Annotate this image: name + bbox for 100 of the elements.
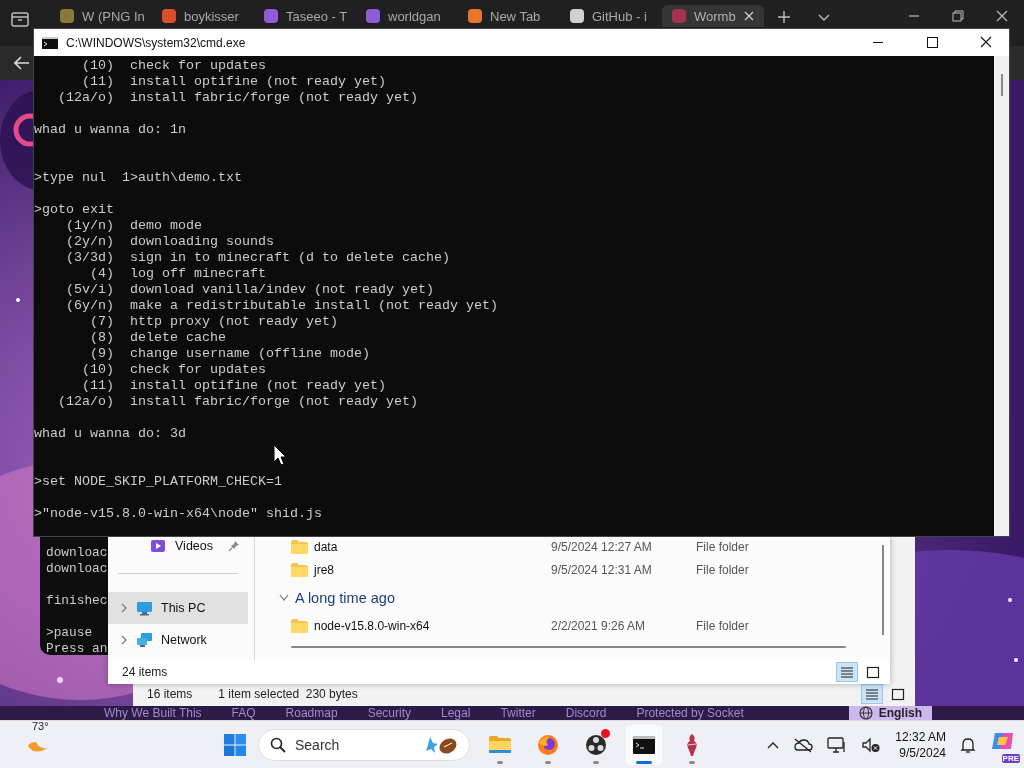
option-text: make a redistributable install (not ready yet) — [130, 298, 498, 314]
list-view-icon — [865, 687, 879, 701]
console-icon — [42, 36, 58, 49]
option-text: demo mode — [130, 218, 202, 234]
tile-view-icon — [866, 665, 880, 679]
start-icon[interactable] — [224, 733, 246, 756]
monitor-icon[interactable] — [827, 735, 848, 754]
sidebar-item[interactable]: Videos — [108, 537, 248, 555]
clock-date[interactable]: 9/5/2024 — [899, 744, 946, 761]
option-text: install fabric/forge (not ready yet) — [130, 90, 418, 106]
footer-link[interactable]: Roadmap — [285, 706, 338, 720]
file-type: File folder — [696, 619, 749, 633]
option-key: (9) — [34, 346, 114, 362]
option-key: (6y/n) — [34, 298, 114, 314]
console-line: whad u wanna do: 1n — [34, 122, 186, 138]
option-key: (12a/o) — [34, 90, 114, 106]
folder-icon — [291, 539, 308, 554]
preview-badge: PRE — [1001, 753, 1020, 763]
network-icon — [136, 632, 153, 648]
option-text: sign in to minecraft (d to delete cache) — [130, 250, 450, 266]
tile-view-icon — [891, 687, 905, 701]
file-type: File folder — [696, 539, 749, 554]
browser-tab[interactable]: boykisser — [152, 5, 254, 27]
language-button[interactable]: English — [848, 706, 932, 720]
chevron-right-icon[interactable] — [120, 635, 128, 645]
console-line: >type nul 1>auth\demo.txt — [34, 170, 242, 186]
scrollbar-thumb[interactable] — [1000, 74, 1003, 96]
item-count: 24 items — [122, 665, 168, 679]
scrollbar[interactable] — [882, 545, 884, 635]
copilot-icon[interactable] — [991, 730, 1015, 751]
footer-link[interactable]: FAQ — [231, 706, 256, 720]
chevron-up-icon[interactable] — [767, 740, 780, 749]
tab-actions-icon[interactable] — [10, 10, 30, 28]
console-line: finishec — [46, 593, 108, 609]
option-text: http proxy (not ready yet) — [130, 314, 338, 330]
footer-link[interactable]: Legal — [441, 706, 471, 720]
browser-tab[interactable]: New Tab — [458, 5, 560, 27]
file-name[interactable]: node-v15.8.0-win-x64 — [314, 619, 430, 633]
bell-icon[interactable] — [960, 735, 976, 754]
console-line: Press an — [46, 641, 108, 657]
date-modified: 9/5/2024 12:31 AM — [551, 563, 652, 577]
close-icon[interactable] — [744, 11, 754, 21]
footer-link[interactable]: Protected by Socket — [636, 706, 744, 720]
window-title: C:\WINDOWS\system32\cmd.exe — [66, 35, 246, 50]
option-key: (4) — [34, 266, 114, 282]
browser-tab[interactable]: Wormb — [662, 5, 764, 27]
option-key: (7) — [34, 314, 114, 330]
option-text: delete cache — [130, 330, 226, 346]
option-key: (10) — [34, 58, 114, 74]
option-text: log off minecraft — [130, 266, 266, 282]
footer-link[interactable]: Security — [367, 706, 411, 720]
option-text: install optifine (not ready yet) — [130, 74, 386, 90]
option-key: (11) — [34, 378, 114, 394]
selection-info: 1 item selected 230 bytes — [218, 687, 358, 701]
group-header[interactable]: A long time ago — [279, 584, 882, 612]
browser-tab[interactable]: W (PNG In — [50, 5, 152, 27]
footer-link[interactable]: Why We Built This — [104, 706, 202, 720]
browser-tab[interactable]: Taseeo - T — [254, 5, 356, 27]
close-icon[interactable] — [996, 10, 1008, 22]
console-line: >"node-v15.8.0-win-x64\node" shid.js — [34, 506, 322, 522]
date-modified: 2/2/2021 9:26 AM — [551, 619, 646, 633]
option-key: (5v/i) — [34, 282, 114, 298]
footer-link[interactable]: Twitter — [500, 706, 536, 720]
clock-time[interactable]: 12:32 AM — [895, 728, 946, 745]
pin-icon[interactable] — [228, 540, 240, 552]
option-text: check for updates — [130, 362, 266, 378]
file-type: File folder — [696, 563, 749, 577]
option-key: (11) — [34, 74, 114, 90]
restore-icon[interactable] — [952, 10, 964, 22]
option-key: (2y/n) — [34, 234, 114, 250]
cloud-off-icon[interactable] — [793, 736, 814, 753]
temperature[interactable]: 73° — [32, 719, 49, 732]
globe-icon — [858, 706, 873, 720]
search-field[interactable]: Search — [258, 728, 470, 761]
back-icon[interactable] — [14, 56, 30, 70]
speaker-muted-icon[interactable] — [861, 736, 882, 753]
option-text: check for updates — [130, 58, 266, 74]
search-icon — [270, 736, 286, 753]
console-line: >pause — [46, 625, 93, 641]
browser-tab[interactable]: GitHub - i — [560, 5, 662, 27]
plus-icon[interactable] — [777, 10, 791, 24]
folder-icon — [291, 619, 308, 633]
chevron-right-icon[interactable] — [120, 603, 128, 613]
cursor-icon — [273, 444, 287, 466]
option-text: install fabric/forge (not ready yet) — [130, 394, 418, 410]
option-key: (8) — [34, 330, 114, 346]
scrollbar[interactable] — [291, 646, 846, 648]
console-line: >goto exit — [34, 202, 114, 218]
file-name[interactable]: jre8 — [314, 563, 334, 577]
globe-icon — [536, 732, 560, 757]
browser-tab[interactable]: worldgan — [356, 5, 458, 27]
file-name[interactable]: data — [314, 539, 338, 554]
chevron-icon — [279, 594, 289, 602]
computer-icon — [136, 600, 153, 616]
option-text: change username (offline mode) — [130, 346, 370, 362]
sidebar-item[interactable]: Network — [108, 624, 248, 656]
item-count: 16 items — [147, 687, 193, 701]
sidebar-item[interactable]: This PC — [108, 592, 248, 624]
footer-link[interactable]: Discord — [565, 706, 607, 720]
taskbar-app-button[interactable] — [626, 724, 662, 765]
